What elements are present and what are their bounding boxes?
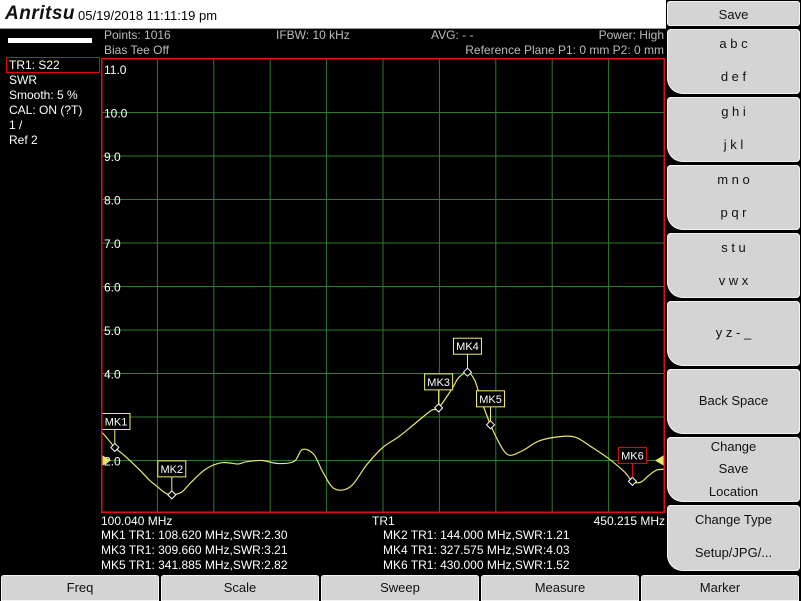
key-abc-def[interactable]: a b c d e f bbox=[667, 29, 800, 94]
change-type-button[interactable]: Change Type Setup/JPG/... bbox=[667, 505, 800, 571]
menu-measure[interactable]: Measure bbox=[481, 575, 639, 601]
y-tick-label: 10.0 bbox=[104, 107, 128, 121]
marker-mk1: MK1 bbox=[101, 412, 131, 453]
change-type-label: Change Type bbox=[694, 512, 773, 527]
marker-label: MK1 bbox=[105, 416, 128, 428]
marker-diamond bbox=[485, 420, 496, 430]
datetime: 05/19/2018 11:11:19 pm bbox=[78, 8, 218, 23]
x-stop-label: 450.215 MHz bbox=[593, 514, 665, 528]
location-label: Location bbox=[708, 484, 759, 499]
marker-readout-mk2: MK2 TR1: 144.000 MHz,SWR:1.21 bbox=[383, 528, 570, 542]
key-yz-label: y z - _ bbox=[715, 325, 752, 340]
markers: MK1 MK2 MK3 MK4 MK5 MK6 bbox=[101, 337, 647, 500]
menu-freq[interactable]: Freq bbox=[1, 575, 159, 601]
marker-label: MK6 bbox=[621, 450, 644, 462]
y-tick-label: 8.0 bbox=[104, 194, 121, 208]
key-pqr-label: p q r bbox=[720, 205, 747, 220]
marker-diamond bbox=[167, 490, 177, 500]
save-label: Save bbox=[718, 7, 749, 22]
key-stu-vwx[interactable]: s t u v w x bbox=[667, 233, 800, 298]
change-save-location-button[interactable]: Change Save Location bbox=[667, 437, 800, 502]
menu-scale[interactable]: Scale bbox=[161, 575, 319, 601]
trace-format: SWR bbox=[9, 73, 37, 87]
key-yz[interactable]: y z - _ bbox=[667, 301, 800, 366]
smoothing: Smooth: 5 % bbox=[9, 88, 78, 102]
marker-readout-mk1: MK1 TR1: 108.620 MHz,SWR:2.30 bbox=[101, 528, 288, 542]
swr-plot[interactable]: 11.010.09.08.07.06.05.04.03.02.0 MK1MK2M… bbox=[101, 58, 665, 513]
change-label: Change bbox=[710, 439, 757, 454]
marker-readout-mk6: MK6 TR1: 430.000 MHz,SWR:1.52 bbox=[383, 558, 570, 572]
y-tick-label: 7.0 bbox=[104, 237, 121, 251]
plot-grid bbox=[101, 58, 665, 513]
menu-marker[interactable]: Marker bbox=[641, 575, 799, 601]
active-trace-bar bbox=[8, 38, 92, 43]
scale-per-div: 1 / bbox=[9, 118, 23, 132]
points-info: Points: 1016 bbox=[104, 28, 171, 42]
marker-diamond bbox=[462, 367, 473, 377]
marker-mk5: MK5 bbox=[476, 390, 506, 430]
key-def-label: d e f bbox=[720, 69, 747, 84]
save-location-label: Save bbox=[718, 461, 749, 476]
marker-mk6: MK6 bbox=[617, 446, 647, 487]
marker-readout-mk5: MK5 TR1: 341.885 MHz,SWR:2.82 bbox=[101, 558, 288, 572]
key-ghi-label: g h i bbox=[721, 104, 746, 119]
anritsu-logo: Anritsu bbox=[5, 3, 75, 24]
marker-label: MK3 bbox=[427, 377, 450, 389]
reference-plane-info: Reference Plane P1: 0 mm P2: 0 mm bbox=[465, 43, 664, 57]
avg-info: AVG: - - bbox=[431, 28, 474, 42]
marker-mk4: MK4 bbox=[452, 337, 482, 377]
marker-readout-mk4: MK4 TR1: 327.575 MHz,SWR:4.03 bbox=[383, 543, 570, 557]
key-stu-label: s t u bbox=[721, 240, 746, 255]
y-tick-label: 4.0 bbox=[104, 368, 121, 382]
y-axis-labels: 11.010.09.08.07.06.05.04.03.02.0 bbox=[104, 63, 128, 469]
backspace-label: Back Space bbox=[698, 393, 769, 408]
calibration-status: CAL: ON (?T) bbox=[9, 103, 83, 117]
marker-label: MK2 bbox=[160, 464, 183, 476]
backspace-button[interactable]: Back Space bbox=[667, 369, 800, 434]
y-tick-label: 5.0 bbox=[104, 324, 121, 338]
y-tick-label: 9.0 bbox=[104, 150, 121, 164]
trace-param: TR1: S22 bbox=[9, 58, 60, 72]
key-mno-pqr[interactable]: m n o p q r bbox=[667, 165, 800, 230]
y-tick-label: 6.0 bbox=[104, 281, 121, 295]
ifbw-info: IFBW: 10 kHz bbox=[276, 28, 350, 42]
marker-readout-mk3: MK3 TR1: 309.660 MHz,SWR:3.21 bbox=[101, 543, 288, 557]
x-trace-label: TR1 bbox=[372, 514, 395, 528]
marker-label: MK4 bbox=[456, 341, 479, 353]
menu-sweep[interactable]: Sweep bbox=[321, 575, 479, 601]
marker-mk3: MK3 bbox=[424, 373, 454, 413]
marker-label: MK5 bbox=[479, 394, 502, 406]
key-mno-label: m n o bbox=[717, 172, 750, 187]
key-ghi-jkl[interactable]: g h i j k l bbox=[667, 97, 800, 162]
key-vwx-label: v w x bbox=[718, 273, 749, 288]
key-abc-label: a b c bbox=[719, 36, 748, 51]
save-button[interactable]: Save bbox=[667, 1, 800, 26]
marker-mk2: MK2 bbox=[157, 460, 187, 500]
reference-value: Ref 2 bbox=[9, 133, 38, 147]
x-start-label: 100.040 MHz bbox=[101, 514, 173, 528]
power-info: Power: High bbox=[598, 28, 664, 42]
y-tick-label: 11.0 bbox=[104, 63, 127, 77]
bias-tee-info: Bias Tee Off bbox=[104, 43, 169, 57]
setup-jpg-label: Setup/JPG/... bbox=[694, 545, 773, 560]
key-jkl-label: j k l bbox=[723, 137, 744, 152]
